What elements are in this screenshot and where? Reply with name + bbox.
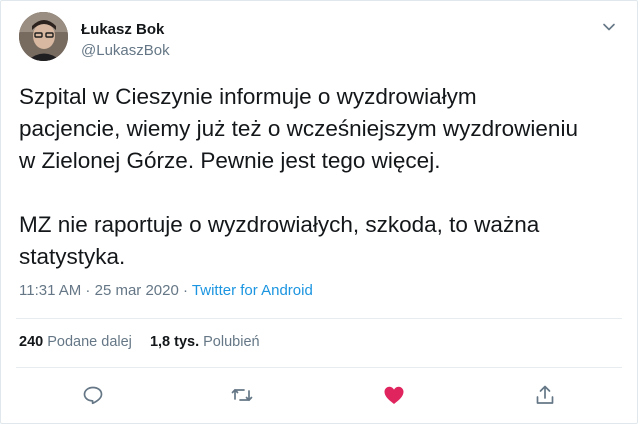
reply-icon[interactable]	[81, 383, 105, 407]
tweet-meta: 11:31 AM · 25 mar 2020 · Twitter for And…	[19, 282, 313, 299]
meta-separator: ·	[178, 282, 192, 299]
tweet-text: Szpital w Cieszynie informuje o wyzdrowi…	[19, 84, 578, 269]
divider	[16, 318, 622, 319]
tweet-stats: 240 Podane dalej 1,8 tys. Polubień	[19, 334, 274, 350]
retweets-stat[interactable]: 240 Podane dalej	[19, 334, 132, 350]
likes-stat[interactable]: 1,8 tys. Polubień	[150, 334, 260, 350]
avatar[interactable]	[19, 12, 68, 61]
author-handle[interactable]: @LukaszBok	[81, 42, 170, 59]
tweet-source-link[interactable]: Twitter for Android	[192, 282, 313, 299]
tweet-actions	[1, 383, 639, 413]
tweet-time[interactable]: 11:31 AM	[19, 282, 81, 299]
tweet-card: Łukasz Bok @LukaszBok Szpital w Cieszyni…	[0, 0, 638, 424]
heart-icon[interactable]	[382, 383, 406, 407]
retweets-count: 240	[19, 334, 44, 350]
chevron-down-icon[interactable]	[601, 19, 617, 35]
tweet-date[interactable]: 25 mar 2020	[95, 282, 179, 299]
divider	[16, 367, 622, 368]
retweet-icon[interactable]	[230, 383, 254, 407]
likes-count: 1,8 tys.	[149, 334, 200, 350]
likes-label: Polubień	[203, 334, 260, 350]
share-icon[interactable]	[533, 383, 557, 407]
meta-separator: ·	[81, 282, 95, 299]
retweets-label: Podane dalej	[47, 334, 132, 350]
author-name[interactable]: Łukasz Bok	[81, 21, 164, 38]
